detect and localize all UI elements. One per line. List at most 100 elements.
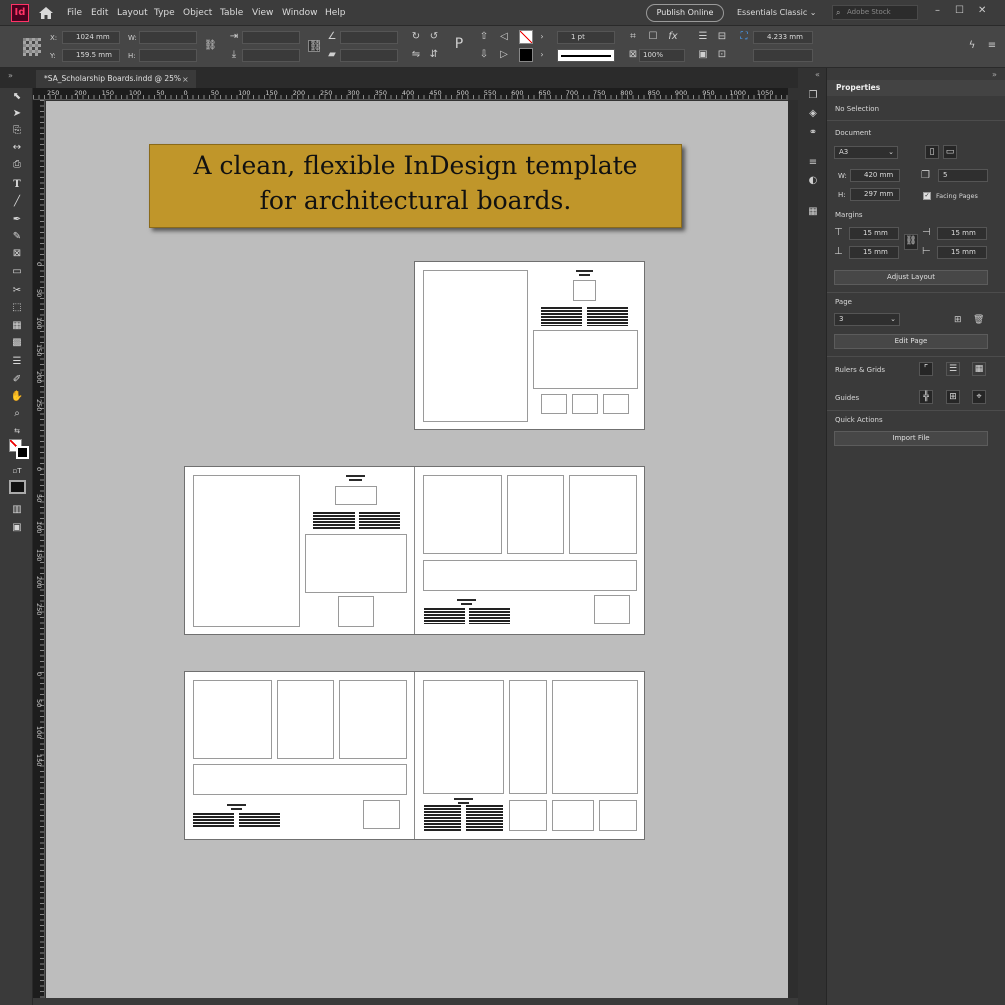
gap-tool-icon[interactable]: ↔ — [9, 141, 25, 155]
height-field[interactable] — [139, 49, 197, 62]
rulers-icon[interactable]: ⌜ — [919, 362, 933, 376]
select-content-icon[interactable]: ⇩ — [478, 49, 490, 61]
width-field[interactable] — [139, 31, 197, 44]
direct-selection-icon[interactable]: ➤ — [9, 107, 25, 121]
stroke-panel-icon[interactable]: ≡ — [806, 157, 820, 170]
menu-layout[interactable]: Layout — [117, 8, 148, 18]
facing-pages-checkbox[interactable]: ✓ — [923, 192, 931, 200]
margin-inside-field[interactable]: 15 mm — [937, 227, 987, 240]
style-dropdown[interactable] — [753, 49, 813, 62]
collapse-panel-icon[interactable]: » — [8, 71, 13, 80]
stroke-color-icon[interactable] — [16, 446, 29, 459]
document-height-field[interactable]: 297 mm — [850, 188, 900, 201]
zoom-icon[interactable]: ⌕ — [9, 407, 25, 421]
margin-bottom-field[interactable]: 15 mm — [849, 246, 899, 259]
reference-point-icon[interactable] — [23, 38, 41, 56]
snap-guides-icon[interactable]: ⌖ — [972, 390, 986, 404]
screen-mode-icon[interactable]: ▣ — [9, 521, 25, 535]
wrap-bounding-icon[interactable]: ▣ — [697, 49, 709, 61]
menu-type[interactable]: Type — [154, 8, 175, 18]
stroke-offset-field[interactable]: 4.233 mm — [753, 31, 813, 44]
logo-frame[interactable] — [573, 280, 596, 301]
stroke-chevron-icon[interactable]: › — [536, 49, 548, 61]
image-frame[interactable] — [552, 800, 594, 831]
image-frame[interactable] — [305, 534, 407, 593]
color-panel-icon[interactable]: ◐ — [806, 175, 820, 188]
page-1[interactable] — [414, 261, 645, 430]
document-tab[interactable]: *SA_Scholarship Boards.indd @ 25% — [36, 70, 196, 88]
view-mode-icon[interactable]: ▥ — [9, 503, 25, 517]
menu-file[interactable]: File — [67, 8, 82, 18]
rectangle-frame-icon[interactable]: ⊠ — [9, 247, 25, 261]
vertical-ruler[interactable]: 0 50 100 150 200 250 0 50 100 150 200 250 0 50 100 150 — [33, 100, 45, 1005]
y-position-field[interactable]: 159.5 mm — [62, 49, 120, 62]
rectangle-icon[interactable]: ▭ — [9, 265, 25, 279]
line-tool-icon[interactable]: ╱ — [9, 195, 25, 209]
image-frame[interactable] — [423, 560, 637, 591]
image-frame[interactable] — [423, 270, 528, 422]
collapse-strip-icon[interactable]: « — [815, 70, 820, 79]
pen-tool-icon[interactable]: ✒ — [9, 213, 25, 227]
pages-count-field[interactable]: 5 — [938, 169, 988, 182]
image-frame[interactable] — [552, 680, 638, 794]
pages-panel-icon[interactable]: ❐ — [806, 90, 820, 103]
menu-object[interactable]: Object — [183, 8, 212, 18]
type-tool-icon[interactable]: T — [9, 178, 25, 192]
rotate-ccw-icon[interactable]: ↺ — [428, 31, 440, 43]
image-frame[interactable] — [423, 680, 504, 794]
gradient-icon[interactable]: ▦ — [9, 319, 25, 333]
landscape-orientation-icon[interactable]: ▭ — [943, 145, 957, 159]
image-frame[interactable] — [338, 596, 374, 627]
menu-table[interactable]: Table — [220, 8, 243, 18]
image-frame[interactable] — [507, 475, 564, 554]
import-file-button[interactable]: Import File — [834, 431, 988, 446]
shear-field[interactable] — [340, 49, 398, 62]
auto-fit-icon[interactable]: ⛶ — [738, 31, 750, 43]
image-frame[interactable] — [599, 800, 637, 831]
close-window-button[interactable]: ✕ — [978, 5, 986, 16]
show-guides-icon[interactable]: ╬ — [919, 390, 933, 404]
pencil-icon[interactable]: ✎ — [9, 230, 25, 244]
workspace-switcher[interactable]: Essentials Classic ⌄ — [737, 8, 817, 17]
portrait-orientation-icon[interactable]: ▯ — [925, 145, 939, 159]
vertical-scrollbar[interactable] — [788, 100, 798, 998]
publish-online-button[interactable]: Publish Online — [646, 4, 724, 22]
minimize-button[interactable]: – — [935, 5, 940, 16]
menu-help[interactable]: Help — [325, 8, 346, 18]
lightning-icon[interactable]: ϟ — [966, 40, 978, 52]
content-fit-icon[interactable]: ☐ — [647, 31, 659, 43]
panel-menu-icon[interactable]: ≡ — [986, 40, 998, 52]
gradient-feather-icon[interactable]: ▩ — [9, 336, 25, 350]
apply-color-icon[interactable] — [9, 480, 26, 494]
content-collector-icon[interactable]: ⎙ — [9, 158, 25, 172]
close-tab-icon[interactable]: × — [182, 75, 189, 84]
stroke-type-dropdown[interactable] — [557, 49, 615, 62]
eyedropper-icon[interactable]: ✐ — [9, 373, 25, 387]
text-wrap-icon[interactable]: ☰ — [697, 31, 709, 43]
delete-page-icon[interactable]: 🗑 — [973, 315, 984, 325]
image-frame[interactable] — [594, 595, 630, 624]
home-icon[interactable] — [38, 6, 54, 20]
scale-x-field[interactable] — [242, 31, 300, 44]
image-frame[interactable] — [509, 680, 547, 794]
wrap-object-icon[interactable]: ⊡ — [716, 49, 728, 61]
flip-vertical-icon[interactable]: ⇵ — [428, 49, 440, 61]
image-frame[interactable] — [541, 394, 567, 414]
adjust-layout-button[interactable]: Adjust Layout — [834, 270, 988, 285]
stroke-swatch-icon[interactable] — [519, 48, 533, 62]
image-frame[interactable] — [533, 330, 638, 389]
free-transform-icon[interactable]: ⬚ — [9, 301, 25, 315]
menu-view[interactable]: View — [252, 8, 273, 18]
selection-tool-icon[interactable]: ⬉ — [9, 90, 25, 104]
image-frame[interactable] — [363, 800, 400, 829]
spread-2[interactable] — [184, 466, 645, 635]
stroke-weight-field[interactable]: 1 pt — [557, 31, 615, 44]
spread-3[interactable] — [184, 671, 645, 840]
edit-page-button[interactable]: Edit Page — [834, 334, 988, 349]
margin-top-field[interactable]: 15 mm — [849, 227, 899, 240]
horizontal-ruler[interactable]: 250 200 150 100 50 0 50 100 150 200 250 300 350 400 45… — [33, 88, 788, 100]
hand-icon[interactable]: ✋ — [9, 390, 25, 404]
rotate-cw-icon[interactable]: ↻ — [410, 31, 422, 43]
page-size-dropdown[interactable]: A3 ⌄ — [834, 146, 898, 159]
page-number-dropdown[interactable]: 3 ⌄ — [834, 313, 900, 326]
